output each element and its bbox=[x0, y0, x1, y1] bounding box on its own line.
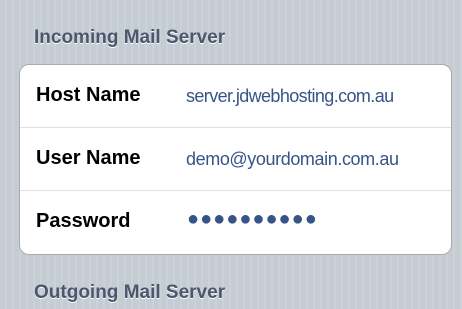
host-name-field[interactable]: server.jdwebhosting.com.au bbox=[186, 86, 394, 107]
user-name-label: User Name bbox=[36, 147, 141, 169]
incoming-settings-group: Host Name server.jdwebhosting.com.au Use… bbox=[19, 64, 452, 255]
user-name-field[interactable]: demo@yourdomain.com.au bbox=[186, 149, 399, 170]
host-name-row[interactable]: Host Name server.jdwebhosting.com.au bbox=[20, 65, 451, 128]
user-name-row[interactable]: User Name demo@yourdomain.com.au bbox=[20, 128, 451, 191]
host-name-label: Host Name bbox=[36, 84, 141, 106]
password-field[interactable]: ●●●●●●●●●● bbox=[187, 208, 318, 231]
password-label: Password bbox=[36, 210, 131, 232]
incoming-mail-server-header: Incoming Mail Server bbox=[34, 27, 226, 48]
password-row[interactable]: Password ●●●●●●●●●● bbox=[20, 191, 451, 254]
outgoing-mail-server-header: Outgoing Mail Server bbox=[34, 282, 226, 303]
